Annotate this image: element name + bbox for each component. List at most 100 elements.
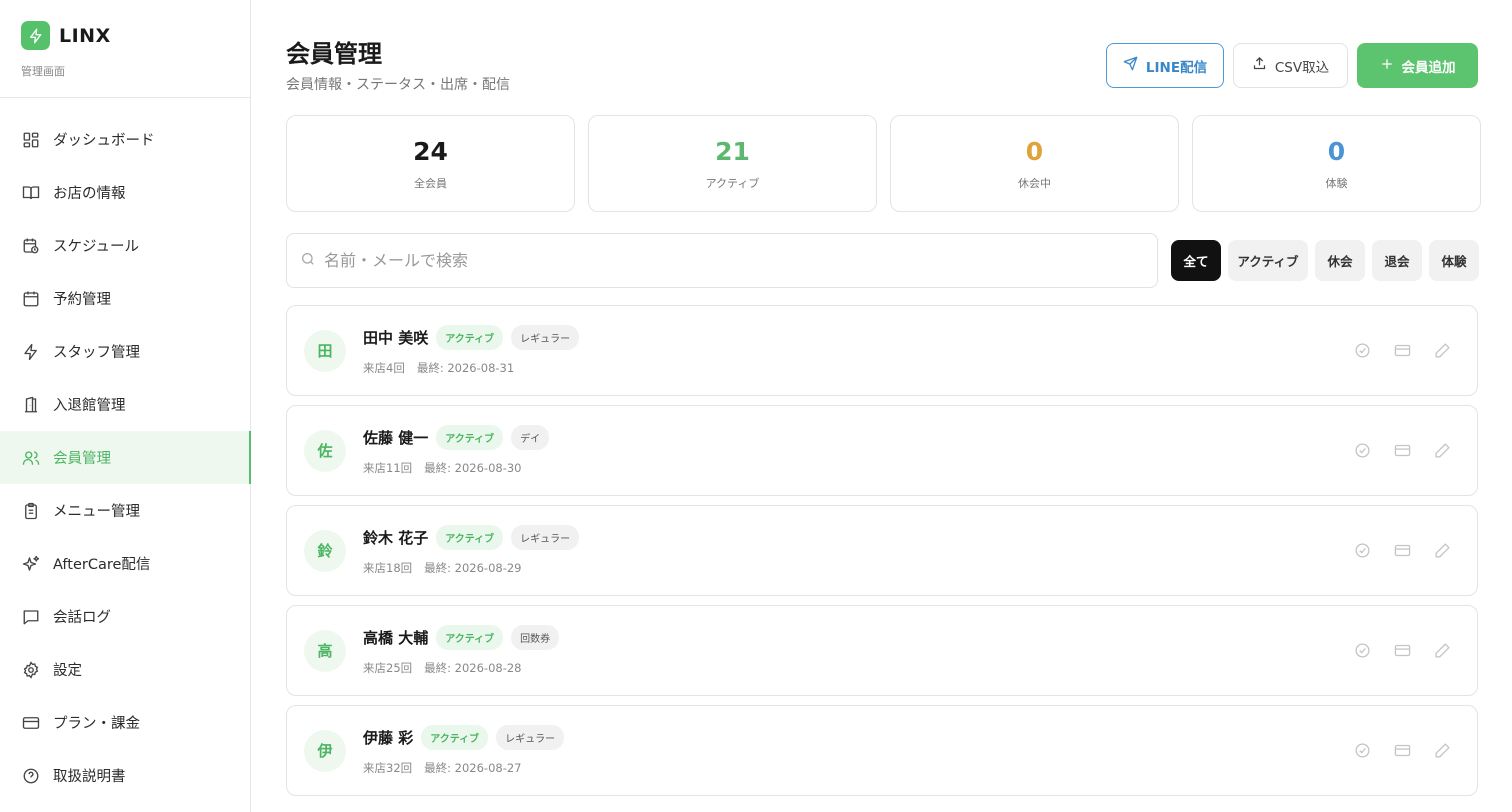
last-visit: 最終: 2026-08-27 [424,761,522,775]
sidebar-nav: ダッシュボード お店の情報 スケジュール 予約管理 スタッフ管理 入退館管理 会… [0,98,251,802]
edit-icon[interactable] [1433,641,1451,659]
sidebar-item-label: 会話ログ [53,610,111,626]
stat-card-paused: 0 休会中 [890,115,1179,212]
sidebar-item-reservations[interactable]: 予約管理 [0,272,250,325]
plan-badge: 回数券 [511,625,560,650]
filter-withdrawn[interactable]: 退会 [1372,240,1422,281]
status-filters: 全て アクティブ 休会 退会 体験 [1171,240,1479,281]
add-member-button[interactable]: 会員追加 [1357,43,1478,88]
sidebar-item-chat-log[interactable]: 会話ログ [0,590,250,643]
member-row[interactable]: 田 田中 美咲 アクティブ レギュラー 来店4回 最終: 2026-08-31 [286,305,1478,396]
stat-value: 0 [1025,136,1044,166]
gear-icon [21,660,41,680]
filter-all[interactable]: 全て [1171,240,1221,281]
page-subtitle: 会員情報・ステータス・出席・配信 [286,77,510,93]
sidebar-item-label: ダッシュボード [53,133,155,149]
page-title: 会員管理 [286,40,382,68]
sidebar-item-label: プラン・課金 [53,716,140,732]
visit-count: 来店18回 [363,561,413,575]
sidebar-item-label: スタッフ管理 [53,345,140,361]
sidebar-item-label: 取扱説明書 [53,769,126,785]
sidebar-item-shop-info[interactable]: お店の情報 [0,166,250,219]
sidebar-item-label: 設定 [53,663,82,679]
member-row[interactable]: 鈴 鈴木 花子 アクティブ レギュラー 来店18回 最終: 2026-08-29 [286,505,1478,596]
edit-icon[interactable] [1433,741,1451,759]
last-visit: 最終: 2026-08-28 [424,661,522,675]
users-icon [21,448,41,468]
check-in-icon[interactable] [1353,641,1371,659]
member-list: 田 田中 美咲 アクティブ レギュラー 来店4回 最終: 2026-08-31 … [286,305,1478,805]
sidebar-item-settings[interactable]: 設定 [0,643,250,696]
status-badge: アクティブ [436,625,504,650]
plan-badge: レギュラー [511,325,580,350]
card-icon[interactable] [1393,441,1411,459]
member-row[interactable]: 伊 伊藤 彩 アクティブ レギュラー 来店32回 最終: 2026-08-27 [286,705,1478,796]
search-icon [300,251,316,271]
status-badge: アクティブ [436,425,504,450]
check-in-icon[interactable] [1353,441,1371,459]
visit-count: 来店4回 [363,361,405,375]
filter-trial[interactable]: 体験 [1429,240,1479,281]
stat-value: 24 [413,136,448,166]
sidebar-item-label: 入退館管理 [53,398,126,414]
book-icon [21,183,41,203]
edit-icon[interactable] [1433,541,1451,559]
card-icon[interactable] [1393,641,1411,659]
member-row[interactable]: 高 高橋 大輔 アクティブ 回数券 来店25回 最終: 2026-08-28 [286,605,1478,696]
line-broadcast-label: LINE配信 [1145,59,1208,76]
sidebar-item-dashboard[interactable]: ダッシュボード [0,113,250,166]
card-icon[interactable] [1393,741,1411,759]
visit-count: 来店25回 [363,661,413,675]
plan-badge: デイ [511,425,550,450]
member-name: 佐藤 健一 [363,429,429,447]
card-icon[interactable] [1393,341,1411,359]
csv-import-label: CSV取込 [1274,59,1330,76]
avatar: 伊 [304,729,346,772]
card-icon[interactable] [1393,541,1411,559]
header-actions: LINE配信 CSV取込 会員追加 [1106,43,1478,88]
edit-icon[interactable] [1433,341,1451,359]
line-broadcast-button[interactable]: LINE配信 [1106,43,1224,88]
search-input[interactable] [324,251,1124,270]
sidebar-item-label: 予約管理 [53,292,111,308]
sidebar-item-aftercare[interactable]: AfterCare配信 [0,537,250,590]
csv-import-button[interactable]: CSV取込 [1233,43,1348,88]
brand-subtitle: 管理画面 [21,65,65,78]
sidebar-item-schedule[interactable]: スケジュール [0,219,250,272]
sidebar-item-staff[interactable]: スタッフ管理 [0,325,250,378]
sidebar-item-label: 会員管理 [53,451,111,467]
plus-icon [1380,57,1394,75]
check-in-icon[interactable] [1353,341,1371,359]
sidebar-item-label: お店の情報 [53,186,126,202]
member-name: 田中 美咲 [363,329,429,347]
sidebar-item-entry-exit[interactable]: 入退館管理 [0,378,250,431]
send-icon [1123,56,1138,75]
sidebar-item-menu[interactable]: メニュー管理 [0,484,250,537]
stat-label: 体験 [1325,176,1348,190]
add-member-label: 会員追加 [1401,59,1456,76]
status-badge: アクティブ [436,525,504,550]
check-in-icon[interactable] [1353,541,1371,559]
sidebar-item-manual[interactable]: 取扱説明書 [0,749,250,802]
sparkles-icon [21,554,41,574]
stat-card-total: 24 全会員 [286,115,575,212]
calendar-icon [21,289,41,309]
filter-active[interactable]: アクティブ [1228,240,1308,281]
member-row[interactable]: 佐 佐藤 健一 アクティブ デイ 来店11回 最終: 2026-08-30 [286,405,1478,496]
sidebar: LINX 管理画面 ダッシュボード お店の情報 スケジュール 予約管理 スタッフ… [0,0,251,812]
avatar: 高 [304,629,346,672]
card-icon [21,713,41,733]
last-visit: 最終: 2026-08-29 [424,561,522,575]
plan-badge: レギュラー [496,725,565,750]
stat-card-trial: 0 体験 [1192,115,1481,212]
edit-icon[interactable] [1433,441,1451,459]
avatar: 佐 [304,429,346,472]
clipboard-icon [21,501,41,521]
brand: LINX 管理画面 [0,0,250,98]
sidebar-item-plan-billing[interactable]: プラン・課金 [0,696,250,749]
filter-paused[interactable]: 休会 [1315,240,1365,281]
sidebar-item-members[interactable]: 会員管理 [0,431,251,484]
sidebar-item-label: メニュー管理 [53,504,140,520]
check-in-icon[interactable] [1353,741,1371,759]
member-name: 高橋 大輔 [363,629,429,647]
